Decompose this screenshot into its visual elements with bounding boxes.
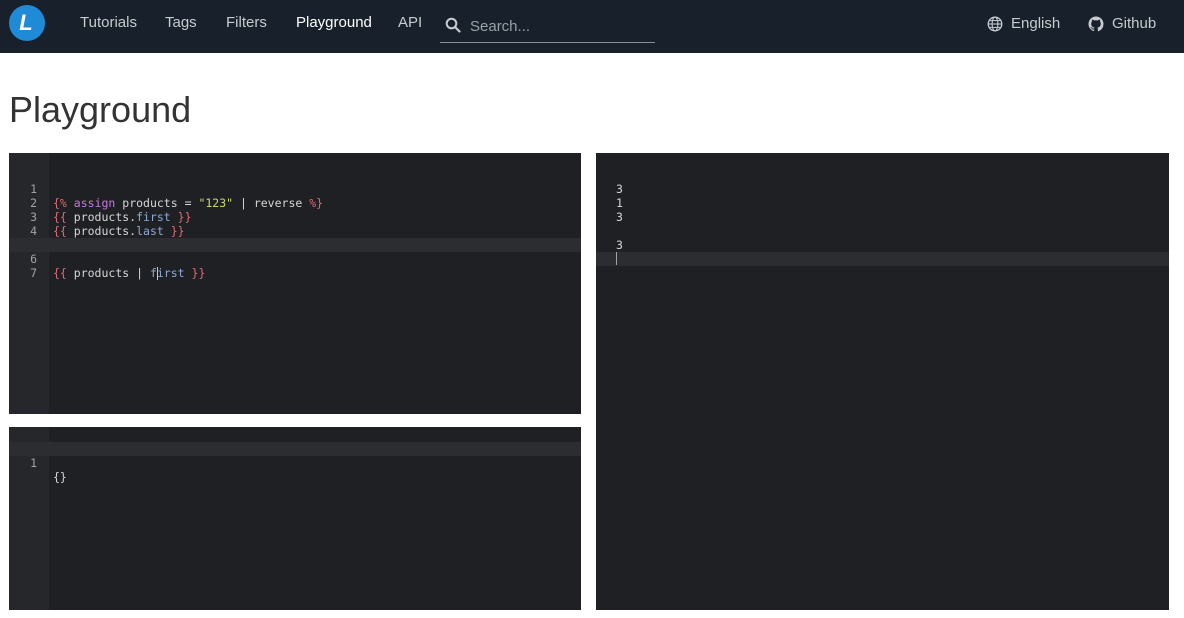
template-line-2: 2 {{ products.first }} bbox=[9, 182, 581, 224]
output-panel[interactable]: 3 1 3 3 bbox=[596, 153, 1169, 610]
output-line: 3 bbox=[616, 238, 623, 252]
search-input[interactable] bbox=[470, 14, 650, 38]
template-line-6: 6 {{ products | first }} bbox=[9, 238, 581, 280]
line-number: 7 bbox=[30, 266, 37, 280]
template-line-3: 3 {{ products.last }} bbox=[9, 196, 581, 238]
globe-icon bbox=[987, 16, 1003, 31]
search-icon bbox=[445, 17, 461, 33]
output-line-active bbox=[596, 252, 1169, 266]
liquidjs-logo[interactable]: L bbox=[9, 5, 45, 41]
template-line-1: 1 {% assign products = "123" | reverse %… bbox=[9, 168, 581, 210]
template-line-4: 4 {{ products.size }} bbox=[9, 210, 581, 252]
nav-link-tutorials[interactable]: Tutorials bbox=[80, 14, 137, 31]
top-navbar: L Tutorials Tags Filters Playground API … bbox=[0, 0, 1184, 53]
github-link[interactable]: Github bbox=[1088, 15, 1156, 32]
data-editor[interactable]: 1 {} bbox=[9, 427, 581, 610]
template-editor[interactable]: 1 {% assign products = "123" | reverse %… bbox=[9, 153, 581, 414]
text-cursor bbox=[156, 267, 158, 280]
output-line: 1 bbox=[616, 196, 623, 210]
output-line: 3 bbox=[616, 210, 623, 224]
page-title: Playground bbox=[9, 89, 192, 130]
search-box bbox=[440, 10, 655, 43]
nav-link-playground[interactable]: Playground bbox=[296, 14, 372, 31]
nav-link-api[interactable]: API bbox=[398, 14, 422, 31]
language-selector[interactable]: English bbox=[987, 15, 1060, 32]
output-line: 3 bbox=[616, 182, 623, 196]
nav-link-tags[interactable]: Tags bbox=[165, 14, 197, 31]
language-label: English bbox=[1011, 15, 1061, 32]
template-line-7: 7 bbox=[9, 252, 581, 280]
github-label: Github bbox=[1112, 15, 1157, 32]
text-cursor bbox=[616, 252, 617, 265]
data-line-1-code: {} bbox=[53, 470, 67, 484]
line-number: 1 bbox=[30, 456, 37, 470]
template-line-6-code: {{ products | first }} bbox=[53, 266, 206, 280]
logo-letter: L bbox=[19, 10, 33, 35]
nav-link-filters[interactable]: Filters bbox=[226, 14, 267, 31]
github-icon bbox=[1088, 16, 1104, 31]
data-line-1: 1 {} bbox=[9, 442, 581, 484]
template-line-5: 5 bbox=[9, 224, 581, 252]
